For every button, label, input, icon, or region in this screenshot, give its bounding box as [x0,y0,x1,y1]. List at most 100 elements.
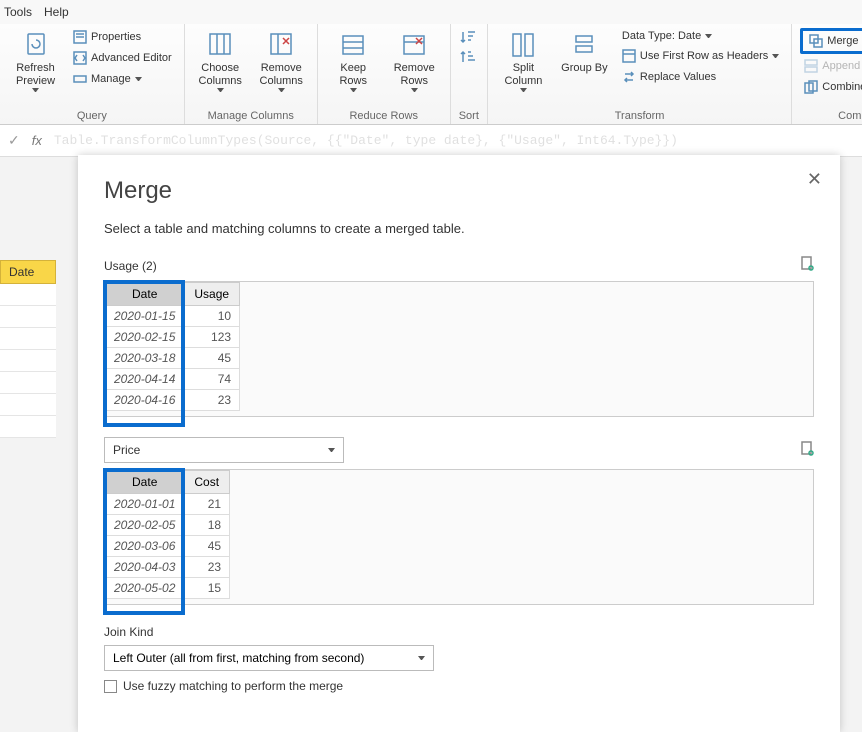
table-cell[interactable]: 21 [184,494,230,515]
table-cell[interactable]: 15 [184,578,230,599]
dialog-subtitle: Select a table and matching columns to c… [104,221,814,236]
column-header[interactable]: Date [106,471,184,494]
properties-icon [73,30,87,44]
fx-icon[interactable]: fx [32,133,42,148]
table-cell[interactable]: 2020-04-16 [106,390,184,411]
column-header[interactable]: Date [106,283,184,306]
ribbon-group-manage-columns: Choose Columns Remove Columns Manage Col… [185,24,318,124]
table-cell[interactable]: 2020-02-15 [106,327,184,348]
table1-expand-icon[interactable] [800,256,814,275]
table2-preview: DateCost2020-01-01212020-02-05182020-03-… [104,469,814,605]
data-type-button[interactable]: Data Type: Date [618,28,783,44]
group-label-combine: Combine [800,110,862,122]
table-cell[interactable]: 23 [184,557,230,578]
choose-columns-icon [206,30,234,60]
table-cell[interactable]: 18 [184,515,230,536]
table-row[interactable]: 2020-04-1623 [106,390,240,411]
manage-icon [73,72,87,86]
gutter-row [0,306,56,328]
split-column-button[interactable]: Split Column [496,28,551,94]
refresh-preview-button[interactable]: Refresh Preview [8,28,63,94]
table2-expand-icon[interactable] [800,441,814,460]
table-row[interactable]: 2020-01-1510 [106,306,240,327]
table-cell[interactable]: 45 [184,348,240,369]
gutter-row [0,394,56,416]
group-label-transform: Transform [496,110,783,122]
table-cell[interactable]: 2020-05-02 [106,578,184,599]
ribbon: Refresh Preview Properties Advanced Edit… [0,24,862,125]
keep-rows-button[interactable]: Keep Rows [326,28,381,94]
group-label-reduce-rows: Reduce Rows [326,110,442,122]
group-by-icon [570,30,598,60]
table-row[interactable]: 2020-03-1845 [106,348,240,369]
table-cell[interactable]: 2020-04-14 [106,369,184,390]
properties-button[interactable]: Properties [69,28,176,46]
table-cell[interactable]: 2020-02-05 [106,515,184,536]
table-cell[interactable]: 23 [184,390,240,411]
table-row[interactable]: 2020-02-0518 [106,515,230,536]
fuzzy-checkbox[interactable] [104,680,117,693]
table-cell[interactable]: 2020-03-06 [106,536,184,557]
table-cell[interactable]: 123 [184,327,240,348]
replace-values-button[interactable]: Replace Values [618,68,783,86]
table2-select[interactable]: Price [104,437,344,463]
advanced-editor-button[interactable]: Advanced Editor [69,49,176,67]
table-cell[interactable]: 10 [184,306,240,327]
close-button[interactable]: ✕ [807,169,822,190]
table-cell[interactable]: 45 [184,536,230,557]
table-cell[interactable]: 2020-04-03 [106,557,184,578]
table-row[interactable]: 2020-04-1474 [106,369,240,390]
replace-icon [622,70,636,84]
menu-tools[interactable]: Tools [4,5,44,19]
table-cell[interactable]: 2020-01-01 [106,494,184,515]
group-by-button[interactable]: Group By [557,28,612,77]
ribbon-group-reduce-rows: Keep Rows Remove Rows Reduce Rows [318,24,451,124]
join-kind-select[interactable]: Left Outer (all from first, matching fro… [104,645,434,671]
headers-icon [622,49,636,63]
table-row[interactable]: 2020-05-0215 [106,578,230,599]
table-row[interactable]: 2020-02-15123 [106,327,240,348]
formula-commit-icon[interactable]: ✓ [8,132,20,149]
table-cell[interactable]: 2020-01-15 [106,306,184,327]
table-cell[interactable]: 74 [184,369,240,390]
gutter-row [0,284,56,306]
join-kind-label: Join Kind [104,625,814,639]
keep-rows-icon [339,30,367,60]
gutter-row [0,328,56,350]
merge-queries-button[interactable]: Merge Queries [800,28,862,54]
fuzzy-label: Use fuzzy matching to perform the merge [123,679,343,693]
ribbon-group-sort: Sort [451,24,488,124]
ribbon-group-combine: Merge Queries Append Queries Combine Fil… [792,24,862,124]
gutter-row [0,350,56,372]
table-cell[interactable]: 2020-03-18 [106,348,184,369]
table2[interactable]: DateCost2020-01-01212020-02-05182020-03-… [105,470,230,599]
combine-files-button[interactable]: Combine Files [800,78,862,96]
choose-columns-button[interactable]: Choose Columns [193,28,248,94]
column-header[interactable]: Cost [184,471,230,494]
table1[interactable]: DateUsage2020-01-15102020-02-151232020-0… [105,282,240,411]
advanced-editor-icon [73,51,87,65]
remove-columns-button[interactable]: Remove Columns [254,28,309,94]
remove-rows-icon [400,30,428,60]
combine-files-icon [804,80,818,94]
ribbon-group-query: Refresh Preview Properties Advanced Edit… [0,24,185,124]
first-row-headers-button[interactable]: Use First Row as Headers [618,47,783,65]
column-header[interactable]: Usage [184,283,240,306]
remove-rows-button[interactable]: Remove Rows [387,28,442,94]
formula-text[interactable]: Table.TransformColumnTypes(Source, {{"Da… [54,133,854,148]
group-label-query: Query [8,110,176,122]
table-row[interactable]: 2020-03-0645 [106,536,230,557]
group-label-sort: Sort [459,110,479,122]
menu-help[interactable]: Help [44,5,81,19]
append-queries-button[interactable]: Append Queries [800,57,862,75]
table-row[interactable]: 2020-04-0323 [106,557,230,578]
left-date-pill[interactable]: Date [0,260,56,284]
sort-asc-icon[interactable] [459,28,479,46]
merge-queries-icon [809,34,823,48]
table1-label: Usage (2) [104,259,157,273]
manage-button[interactable]: Manage [69,70,176,88]
dialog-title: Merge [104,177,814,205]
sort-desc-icon[interactable] [459,48,479,66]
table-row[interactable]: 2020-01-0121 [106,494,230,515]
refresh-icon [22,30,50,60]
